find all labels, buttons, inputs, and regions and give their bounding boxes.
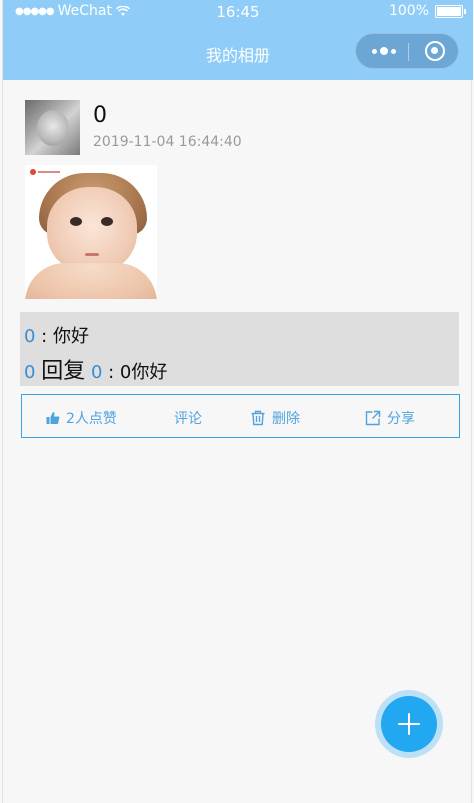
comment-author[interactable]: 0 [24,326,35,347]
post-username: 0 [93,103,107,128]
capsule-divider [408,43,409,61]
battery-percent: 100% [388,3,429,19]
share-button[interactable]: 分享 [365,408,415,428]
share-label: 分享 [387,411,415,427]
nav-bar: 我的相册 [3,25,473,80]
comment-separator: : [35,326,53,347]
watermark-logo [30,169,60,175]
reply-item: 0 回复 0 : 0你好 [24,353,167,385]
status-bar: ●●●●● WeChat 16:45 100% [3,0,473,25]
delete-button[interactable]: 删除 [250,408,300,428]
app-frame: ●●●●● WeChat 16:45 100% 我的相册 0 2019-11-0… [2,0,473,803]
like-button[interactable]: 2人点赞 [46,408,117,428]
share-icon [365,410,381,426]
battery-icon [435,4,466,18]
post-timestamp: 2019-11-04 16:44:40 [93,134,242,150]
reply-target[interactable]: 0 [91,362,102,383]
comment-text: 你好 [52,326,89,347]
avatar[interactable] [25,100,80,155]
close-mini-program-icon[interactable] [425,41,445,61]
reply-author[interactable]: 0 [24,362,35,383]
comment-list: 0 : 你好 0 回复 0 : 0你好 [20,312,459,386]
trash-icon [251,410,265,426]
more-menu-icon[interactable] [368,43,400,59]
comment-button[interactable]: 评论 [174,408,202,428]
post-photo[interactable] [25,165,157,299]
reply-label: 回复 [41,359,86,384]
mini-program-capsule [355,33,459,69]
reply-separator: : [102,362,120,383]
like-count-label: 2人点赞 [66,411,117,427]
add-photo-button[interactable] [381,696,437,752]
comment-label: 评论 [174,411,202,427]
thumbs-up-icon [46,412,60,424]
status-right: 100% [388,3,466,19]
delete-label: 删除 [272,411,300,427]
comment-item: 0 : 你好 [24,322,89,348]
reply-text: 0你好 [119,362,168,383]
post-action-bar: 2人点赞 评论 删除 分享 [21,394,460,438]
